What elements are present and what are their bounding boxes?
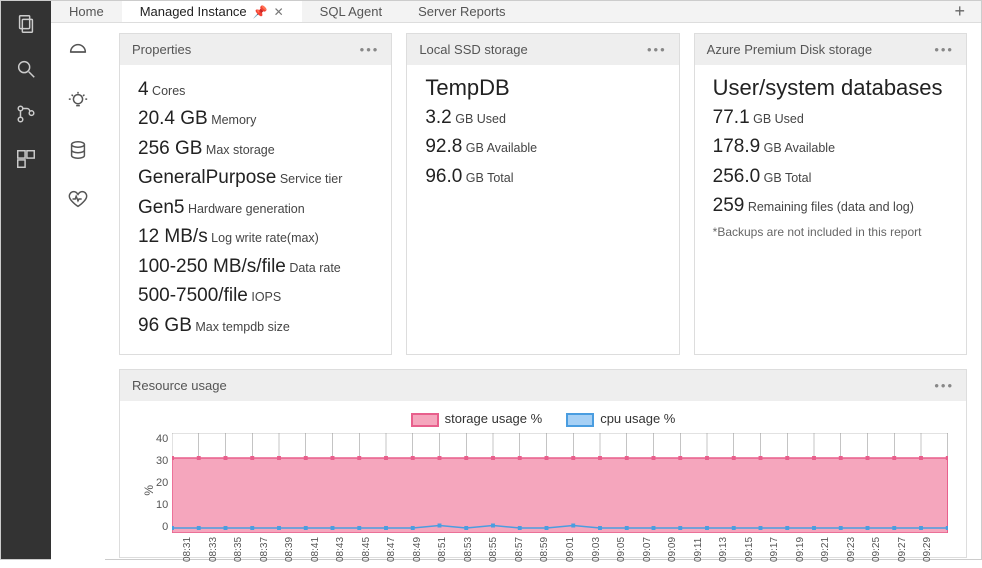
card-resource-usage: Resource usage ••• storage usage % cpu us… [119,369,967,558]
home-dashboard-icon[interactable] [67,41,89,68]
metric-line: 12 MB/s Log write rate(max) [138,222,373,251]
health-icon[interactable] [67,188,89,215]
more-icon[interactable]: ••• [360,42,380,57]
search-icon[interactable] [15,58,37,85]
metric-line: 500-7500/file IOPS [138,281,373,310]
database-icon[interactable] [67,139,89,166]
tab-home[interactable]: Home [51,1,122,22]
metric-line: 3.2 GB Used [425,103,660,132]
close-icon[interactable]: ✕ [274,5,284,19]
source-control-icon[interactable] [15,103,37,130]
metric-line: 96.0 GB Total [425,162,660,191]
card-azure-disk: Azure Premium Disk storage ••• User/syste… [694,33,967,355]
metric-line: 96 GB Max tempdb size [138,311,373,340]
tab-sql-agent[interactable]: SQL Agent [302,1,400,22]
legend-item: cpu usage % [566,411,675,427]
resource-usage-chart [172,433,948,533]
metric-line: 77.1 GB Used [713,103,948,132]
tab-managed-instance[interactable]: Managed Instance 📌 ✕ [122,1,302,22]
more-icon[interactable]: ••• [647,42,667,57]
card-note: *Backups are not included in this report [713,225,948,239]
card-local-ssd: Local SSD storage••• TempDB 3.2 GB Used9… [406,33,679,355]
legend-item: storage usage % [411,411,543,427]
chart-y-ticks: 403020100 [156,433,172,533]
files-icon[interactable] [15,13,37,40]
metric-line: 259 Remaining files (data and log) [713,191,948,220]
pin-icon[interactable]: 📌 [253,5,268,19]
card-title: Azure Premium Disk storage [707,42,872,57]
metric-line: 20.4 GB Memory [138,104,373,133]
insight-icon[interactable] [67,90,89,117]
tab-server-reports[interactable]: Server Reports [400,1,523,22]
chart-legend: storage usage % cpu usage % [120,401,966,433]
tab-bar: Home Managed Instance 📌 ✕ SQL Agent Serv… [51,1,981,23]
activity-rail [1,1,51,559]
chart-y-label: % [138,485,156,496]
metric-line: 256.0 GB Total [713,162,948,191]
card-title: Properties [132,42,191,57]
metric-line: Gen5 Hardware generation [138,193,373,222]
metric-line: 256 GB Max storage [138,134,373,163]
extensions-icon[interactable] [15,148,37,175]
dashboard-subrail [51,23,105,568]
chart-x-ticks: 08:3108:3308:3508:3708:3908:4108:4308:45… [182,538,948,549]
metric-line: 178.9 GB Available [713,132,948,161]
metric-line: 100-250 MB/s/file Data rate [138,252,373,281]
metric-line: 4 Cores [138,75,373,104]
card-subtitle: User/system databases [713,75,948,101]
new-tab-button[interactable]: + [938,1,981,22]
more-icon[interactable]: ••• [934,42,954,57]
more-icon[interactable]: ••• [934,378,954,393]
metric-line: 92.8 GB Available [425,132,660,161]
metric-line: GeneralPurpose Service tier [138,163,373,192]
card-title: Resource usage [132,378,227,393]
card-subtitle: TempDB [425,75,660,101]
card-title: Local SSD storage [419,42,527,57]
card-properties: Properties ••• 4 Cores20.4 GB Memory256 G… [119,33,392,355]
